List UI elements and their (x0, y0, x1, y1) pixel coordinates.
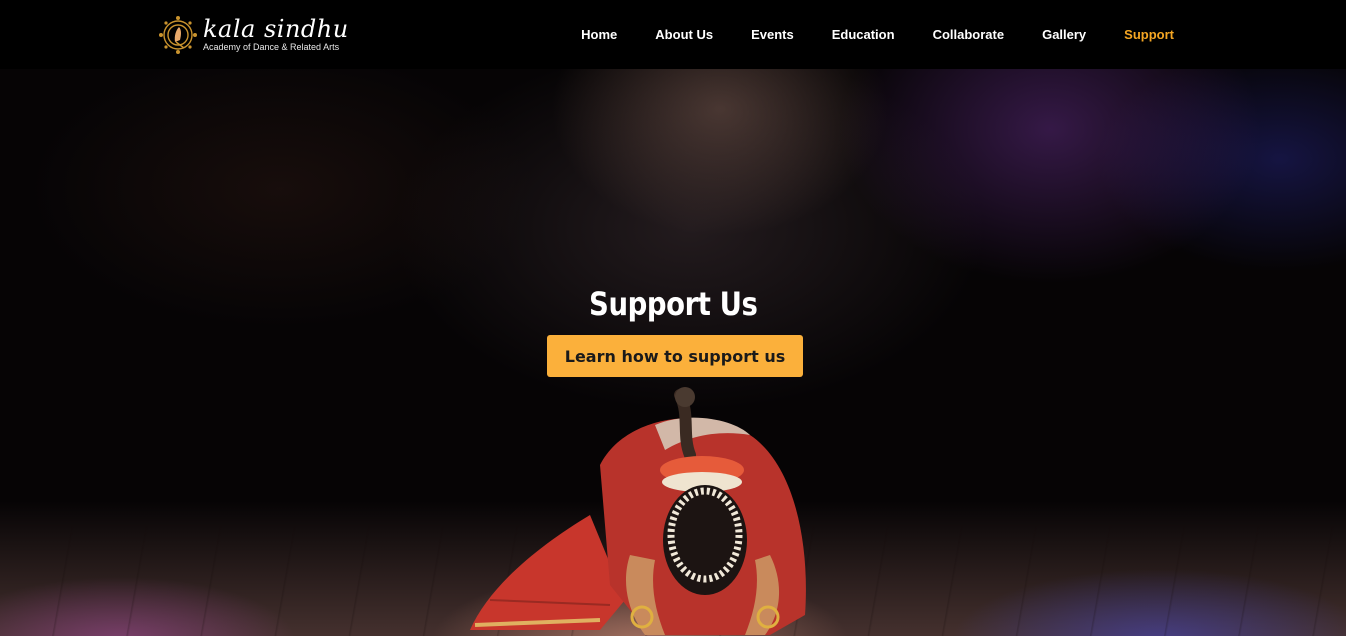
main-nav: Home About Us Events Education Collabora… (581, 0, 1174, 69)
hero-banner: Support Us Learn how to support us (0, 69, 1346, 636)
nav-item-home[interactable]: Home (581, 27, 617, 42)
site-logo[interactable]: kala sindhu Academy of Dance & Related A… (157, 12, 349, 58)
navbar: kala sindhu Academy of Dance & Related A… (0, 0, 1346, 69)
logo-title: kala sindhu (203, 15, 349, 43)
dancer-image (470, 387, 806, 635)
nav-item-collaborate[interactable]: Collaborate (933, 27, 1005, 42)
page-title: Support Us (589, 285, 758, 324)
nav-item-events[interactable]: Events (751, 27, 794, 42)
nav-item-about-us[interactable]: About Us (655, 27, 713, 42)
nav-item-gallery[interactable]: Gallery (1042, 27, 1086, 42)
learn-support-button[interactable]: Learn how to support us (547, 335, 803, 377)
logo-text: kala sindhu Academy of Dance & Related A… (203, 17, 349, 53)
nav-item-education[interactable]: Education (832, 27, 895, 42)
dancer-emblem-icon (159, 16, 197, 54)
nav-item-support[interactable]: Support (1124, 27, 1174, 42)
page: kala sindhu Academy of Dance & Related A… (0, 0, 1346, 636)
logo-subtitle: Academy of Dance & Related Arts (203, 42, 340, 52)
